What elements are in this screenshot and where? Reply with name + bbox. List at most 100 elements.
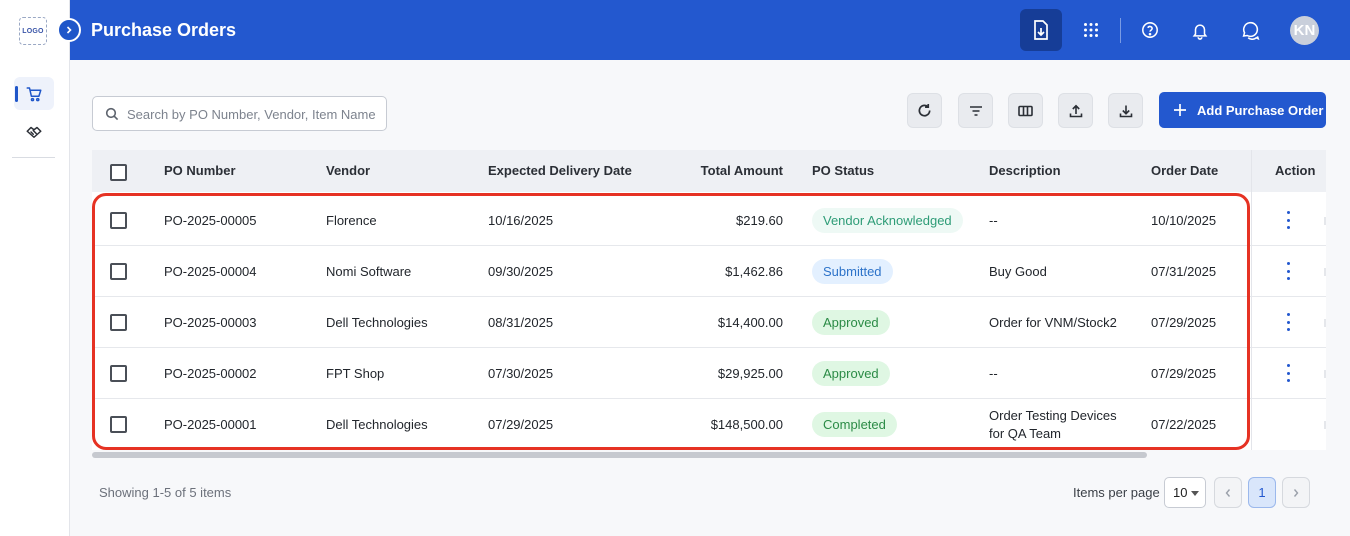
row-checkbox[interactable]	[110, 314, 127, 331]
delivery-date-cell: 09/30/2025	[488, 264, 554, 279]
logo: LOGO	[19, 17, 47, 45]
po-number-cell[interactable]: PO-2025-00003	[164, 315, 257, 330]
order-date-cell: 07/31/2025	[1151, 264, 1217, 279]
sidebar: LOGO	[0, 0, 70, 536]
total-amount-cell: $1,462.86	[725, 264, 783, 279]
order-date-cell: 07/22/2025	[1151, 417, 1217, 432]
column-header-po-status[interactable]: PO Status	[812, 163, 874, 178]
notifications-button[interactable]	[1179, 9, 1221, 51]
prev-page-button[interactable]	[1214, 477, 1242, 508]
header-separator	[1120, 18, 1121, 43]
refresh-button[interactable]	[907, 93, 942, 128]
active-indicator	[15, 86, 18, 102]
items-per-page-value: 10	[1173, 485, 1188, 500]
items-per-page-label: Items per page	[1073, 485, 1160, 500]
table-row[interactable]: PO-2025-00001 Dell Technologies 07/29/20…	[92, 399, 1326, 450]
total-amount-cell: $14,400.00	[717, 315, 783, 330]
order-date-cell: 10/10/2025	[1151, 213, 1217, 228]
export-button[interactable]	[1058, 93, 1093, 128]
column-header-po-number[interactable]: PO Number	[164, 163, 236, 178]
bell-icon	[1192, 23, 1208, 40]
vendor-cell: Nomi Software	[326, 264, 412, 279]
help-button[interactable]	[1129, 9, 1171, 51]
description-cell: Buy Good	[989, 264, 1047, 279]
apps-button[interactable]	[1070, 9, 1112, 51]
order-date-cell: 07/29/2025	[1151, 366, 1217, 381]
row-checkbox[interactable]	[110, 212, 127, 229]
page-button-1[interactable]: 1	[1248, 477, 1276, 508]
vendor-cell: Dell Technologies	[326, 417, 428, 432]
search-input[interactable]	[127, 104, 377, 124]
column-header-expected-delivery[interactable]: Expected Delivery Date	[488, 163, 632, 178]
total-amount-cell: $148,500.00	[710, 417, 783, 432]
chevron-right-icon	[1293, 488, 1299, 497]
sidebar-item-purchase-orders[interactable]	[14, 77, 54, 110]
delivery-date-cell: 07/30/2025	[488, 366, 554, 381]
column-header-order-date[interactable]: Order Date	[1151, 163, 1218, 178]
pagination-summary: Showing 1-5 of 5 items	[99, 485, 232, 500]
vendor-cell: Dell Technologies	[326, 315, 428, 330]
po-number-cell[interactable]: PO-2025-00002	[164, 366, 257, 381]
sidebar-divider	[12, 157, 55, 158]
table-row[interactable]: PO-2025-00004 Nomi Software 09/30/2025 $…	[92, 246, 1326, 297]
delivery-date-cell: 10/16/2025	[488, 213, 554, 228]
refresh-icon	[918, 103, 931, 117]
status-badge: Submitted	[812, 259, 893, 284]
filter-button[interactable]	[958, 93, 993, 128]
description-cell: --	[989, 366, 998, 381]
search-box[interactable]	[92, 96, 387, 131]
order-date-cell: 07/29/2025	[1151, 315, 1217, 330]
app-window: LOGO Purchase Orders KN Search by PO Num…	[0, 0, 1350, 536]
description-cell: Order for VNM/Stock2	[989, 315, 1117, 330]
select-all-checkbox[interactable]	[110, 164, 127, 181]
chevron-right-icon	[66, 26, 72, 34]
table-row[interactable]: PO-2025-00003 Dell Technologies 08/31/20…	[92, 297, 1326, 348]
next-page-button[interactable]	[1282, 477, 1310, 508]
sidebar-item-vendors[interactable]	[14, 117, 54, 147]
page-title: Purchase Orders	[91, 20, 237, 40]
user-avatar[interactable]: KN	[1290, 16, 1319, 45]
handshake-icon	[26, 126, 42, 138]
chat-icon	[1242, 21, 1260, 40]
add-purchase-order-button[interactable]: Add Purchase Order	[1159, 92, 1326, 128]
table-row[interactable]: PO-2025-00005 Florence 10/16/2025 $219.6…	[92, 195, 1326, 246]
search-icon	[105, 107, 119, 121]
status-badge: Approved	[812, 310, 890, 335]
status-badge: Completed	[812, 412, 897, 437]
row-checkbox[interactable]	[110, 416, 127, 433]
total-amount-cell: $219.60	[736, 213, 783, 228]
po-number-cell[interactable]: PO-2025-00005	[164, 213, 257, 228]
top-header: Purchase Orders KN	[70, 0, 1350, 60]
description-cell: --	[989, 213, 998, 228]
table-row[interactable]: PO-2025-00002 FPT Shop 07/30/2025 $29,92…	[92, 348, 1326, 399]
column-header-vendor[interactable]: Vendor	[326, 163, 370, 178]
horizontal-scrollbar[interactable]	[92, 452, 1147, 458]
expand-sidebar-button[interactable]	[57, 18, 81, 42]
chat-button[interactable]	[1229, 9, 1271, 51]
action-column-divider	[1251, 150, 1326, 450]
delivery-date-cell: 08/31/2025	[488, 315, 554, 330]
download-button[interactable]	[1108, 93, 1143, 128]
po-number-cell[interactable]: PO-2025-00004	[164, 264, 257, 279]
description-cell-line-2: for QA Team	[989, 426, 1062, 441]
total-amount-cell: $29,925.00	[717, 366, 783, 381]
add-purchase-order-label: Add Purchase Order	[1197, 102, 1324, 118]
import-button[interactable]	[1020, 9, 1062, 51]
plus-icon	[1174, 104, 1186, 116]
description-cell: Order Testing Devices	[989, 408, 1117, 423]
column-header-description[interactable]: Description	[989, 163, 1061, 178]
purchase-orders-table: PO Number Vendor Expected Delivery Date …	[92, 150, 1326, 450]
row-checkbox[interactable]	[110, 365, 127, 382]
status-badge: Vendor Acknowledged	[812, 208, 963, 233]
column-header-total-amount[interactable]: Total Amount	[683, 163, 783, 178]
po-number-cell[interactable]: PO-2025-00001	[164, 417, 257, 432]
table-header: PO Number Vendor Expected Delivery Date …	[92, 150, 1326, 192]
vendor-cell: FPT Shop	[326, 366, 385, 381]
upload-icon	[1069, 104, 1082, 117]
cart-icon	[26, 86, 42, 101]
caret-down-icon	[1191, 491, 1199, 496]
row-checkbox[interactable]	[110, 263, 127, 280]
columns-button[interactable]	[1008, 93, 1043, 128]
file-download-icon	[1034, 20, 1048, 40]
items-per-page-select[interactable]: 10	[1164, 477, 1206, 508]
